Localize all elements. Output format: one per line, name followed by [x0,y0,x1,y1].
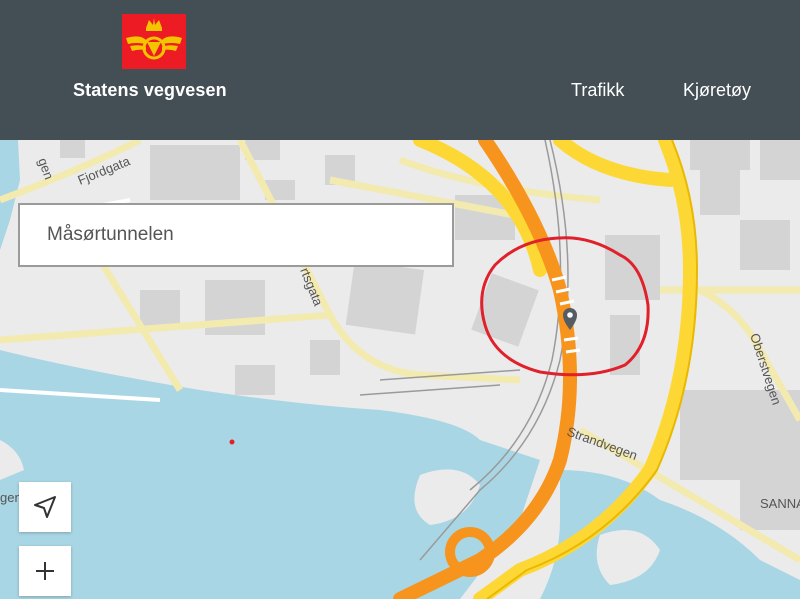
locate-button[interactable] [19,482,71,532]
nav-link-trafikk[interactable]: Trafikk [571,80,624,101]
nav-link-kjoretoy[interactable]: Kjøretøy [683,80,751,101]
locate-arrow-icon [34,496,56,518]
zoom-in-button[interactable] [19,546,71,596]
logo-emblem-icon[interactable] [122,14,186,69]
site-header: Statens vegvesen Trafikk Kjøretøy [0,0,800,140]
plus-icon [36,562,54,580]
poi-dot [229,439,235,445]
logo-text[interactable]: Statens vegvesen [73,80,227,101]
search-input[interactable] [20,205,452,265]
area-label-sanna: SANNA [760,496,800,511]
search-box [18,203,454,267]
